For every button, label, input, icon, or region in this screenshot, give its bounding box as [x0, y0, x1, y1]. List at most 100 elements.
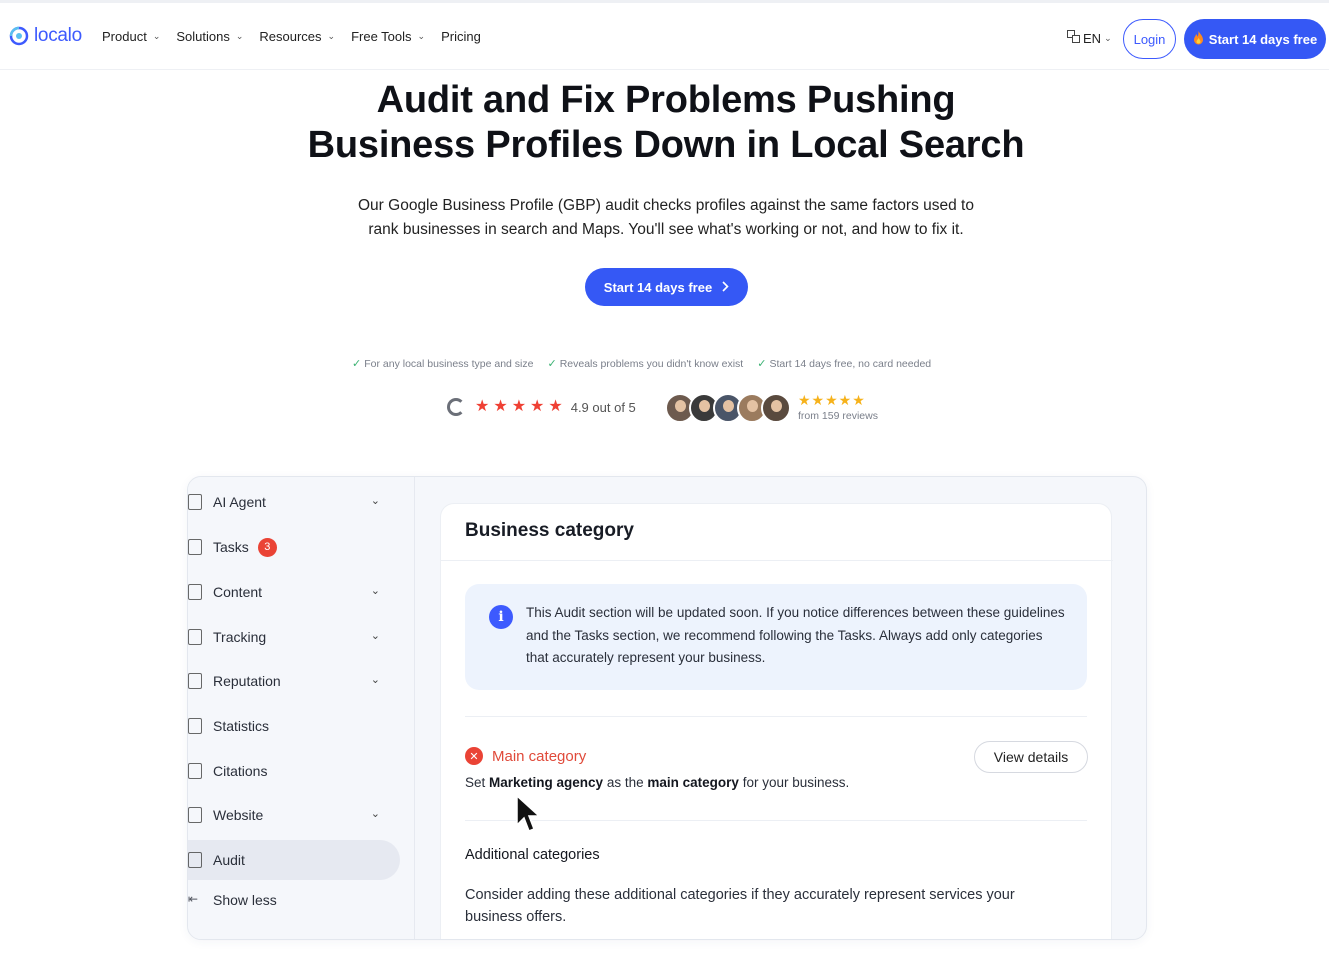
- reviews-count: from 159 reviews: [798, 410, 878, 422]
- sidebar-item-label: Tasks: [213, 539, 249, 555]
- app-preview: AI Agent ⌄ Tasks 3 Content ⌄ Tracking ⌄ …: [187, 476, 1147, 940]
- benefit-item: ✓ Reveals problems you didn't know exist: [547, 357, 744, 371]
- error-icon: ✕: [465, 747, 483, 765]
- tasks-count-badge: 3: [257, 537, 277, 557]
- avatar: [761, 393, 791, 423]
- sidebar-item-ai-agent[interactable]: AI Agent ⌄: [188, 482, 400, 522]
- logo-text: localo: [34, 25, 82, 46]
- citations-icon: [188, 763, 202, 779]
- fire-icon: [1193, 30, 1204, 48]
- top-navigation: localo Product ⌄ Solutions ⌄ Resources ⌄ Fr…: [0, 0, 1329, 70]
- reviewer-avatars: [665, 393, 791, 423]
- info-banner: i This Audit section will be updated soo…: [465, 584, 1087, 690]
- info-icon: i: [489, 605, 513, 629]
- sidebar-item-label: Show less: [213, 892, 277, 908]
- page-title: Audit and Fix Problems Pushing Business …: [0, 78, 1329, 168]
- main-category-label: Main category: [492, 748, 587, 765]
- reputation-icon: [188, 673, 202, 689]
- star-icon: ★: [511, 398, 527, 415]
- menu-item-solutions[interactable]: Solutions ⌄: [176, 29, 243, 44]
- menu-item-label: Free Tools: [351, 29, 412, 44]
- login-button[interactable]: Login: [1123, 19, 1176, 59]
- sidebar-item-label: Content: [213, 584, 263, 600]
- translate-icon: [1067, 30, 1080, 46]
- main-menu: Product ⌄ Solutions ⌄ Resources ⌄ Free Tool…: [102, 29, 497, 44]
- chevron-down-icon: ⌄: [370, 674, 380, 686]
- benefit-text: For any local business type and size: [364, 357, 534, 370]
- divider: [465, 716, 1087, 717]
- website-icon: [188, 807, 202, 823]
- title-line-2: Business Profiles Down in Local Search: [307, 124, 1025, 166]
- statistics-icon: [188, 718, 202, 734]
- audit-icon: [188, 852, 202, 868]
- collapse-icon: ⇤: [188, 892, 199, 906]
- chevron-right-icon: [722, 280, 729, 295]
- chevron-down-icon: ⌄: [235, 31, 244, 41]
- benefit-text: Start 14 days free, no card needed: [769, 357, 932, 370]
- menu-item-label: Pricing: [441, 29, 481, 44]
- additional-categories-text: Consider adding these additional categor…: [465, 887, 1015, 925]
- five-star-icon: ★★★★★: [798, 392, 866, 408]
- check-icon: ✓: [757, 358, 767, 370]
- g2-logo-icon: [447, 398, 465, 416]
- sidebar-item-show-less[interactable]: ⇤ Show less: [188, 880, 400, 920]
- start-trial-button-nav[interactable]: Start 14 days free: [1184, 19, 1326, 59]
- tracking-icon: [188, 629, 202, 645]
- instruction-text: Set: [465, 775, 486, 790]
- tasks-icon: [188, 539, 202, 555]
- benefit-text: Reveals problems you didn't know exist: [559, 357, 744, 370]
- menu-item-pricing[interactable]: Pricing: [441, 29, 481, 44]
- logo[interactable]: localo: [8, 25, 82, 47]
- sidebar-item-statistics[interactable]: Statistics: [188, 706, 400, 746]
- ai-agent-icon: [188, 494, 202, 510]
- sidebar-item-website[interactable]: Website ⌄: [188, 795, 400, 835]
- view-details-button[interactable]: View details: [974, 741, 1088, 773]
- subtitle-line-1: Our Google Business Profile (GBP) audit …: [358, 197, 974, 214]
- sidebar-item-label: Reputation: [213, 673, 281, 689]
- start-trial-button-hero[interactable]: Start 14 days free: [585, 268, 748, 306]
- chevron-down-icon: ⌄: [370, 495, 380, 507]
- menu-item-label: Solutions: [176, 29, 230, 44]
- benefit-item: ✓ Start 14 days free, no card needed: [757, 357, 932, 371]
- cta-label: Start 14 days free: [603, 279, 713, 295]
- sidebar-item-label: Statistics: [213, 718, 270, 734]
- sidebar-item-citations[interactable]: Citations: [188, 751, 400, 791]
- menu-item-label: Product: [102, 29, 147, 44]
- sidebar-item-content[interactable]: Content ⌄: [188, 572, 400, 612]
- reviews-summary: ★★★★★ from 159 reviews: [798, 392, 878, 422]
- sidebar-item-audit[interactable]: Audit: [188, 840, 400, 880]
- rating-score: 4.9 out of 5: [570, 399, 636, 415]
- language-label: EN: [1083, 30, 1102, 46]
- menu-item-product[interactable]: Product ⌄: [102, 29, 160, 44]
- panel-title: Business category: [465, 520, 634, 541]
- chevron-down-icon: ⌄: [370, 630, 380, 642]
- language-selector[interactable]: EN ⌄: [1067, 30, 1112, 46]
- sidebar-item-tracking[interactable]: Tracking ⌄: [188, 617, 400, 657]
- start-trial-label: Start 14 days free: [1208, 31, 1318, 47]
- menu-item-resources[interactable]: Resources ⌄: [259, 29, 335, 44]
- sidebar-item-label: Audit: [213, 852, 245, 868]
- sidebar-item-label: Tracking: [213, 629, 267, 645]
- sidebar-item-label: AI Agent: [213, 494, 266, 510]
- additional-categories-title: Additional categories: [465, 847, 600, 863]
- divider: [465, 820, 1087, 821]
- chevron-down-icon: ⌄: [1104, 32, 1112, 43]
- chevron-down-icon: ⌄: [152, 31, 161, 41]
- menu-item-free-tools[interactable]: Free Tools ⌄: [351, 29, 425, 44]
- star-icon: ★: [475, 398, 490, 415]
- logo-mark-icon: [8, 25, 30, 47]
- sidebar-item-reputation[interactable]: Reputation ⌄: [188, 661, 400, 701]
- star-icon: ★: [548, 398, 563, 415]
- check-icon: ✓: [352, 358, 362, 370]
- instruction-text: for your business.: [742, 775, 850, 790]
- sidebar-item-label: Website: [213, 807, 264, 823]
- sidebar-item-tasks[interactable]: Tasks 3: [188, 527, 400, 567]
- category-value: Marketing agency: [489, 775, 604, 790]
- chevron-down-icon: ⌄: [370, 808, 380, 820]
- chevron-down-icon: ⌄: [417, 31, 426, 41]
- star-icon: ★: [530, 398, 545, 415]
- hero-subtitle: Our Google Business Profile (GBP) audit …: [0, 194, 1329, 242]
- benefit-checks: ✓ For any local business type and size ✓ R…: [352, 357, 932, 371]
- sidebar-item-label: Citations: [213, 763, 268, 779]
- mouse-cursor-icon: [515, 794, 541, 835]
